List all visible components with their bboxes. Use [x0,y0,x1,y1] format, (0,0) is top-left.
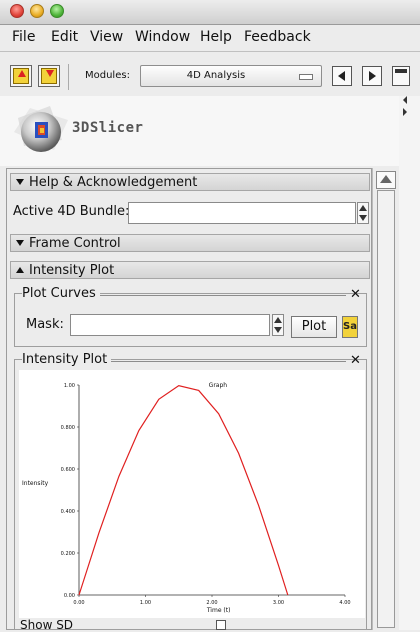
menu-file[interactable]: File [12,29,35,45]
toolbar: Modules: 4D Analysis [0,52,420,96]
menu-edit[interactable]: Edit [51,29,78,45]
group-divider [108,361,346,362]
y-tick-label: 0.200 [61,551,75,557]
frame-control-title: Frame Control [29,236,121,251]
active-bundle-label: Active 4D Bundle: [13,204,130,219]
help-section-title: Help & Acknowledgement [29,175,198,190]
frame-control-header[interactable]: Frame Control [10,234,370,252]
save-plot-button[interactable]: Sa [342,316,358,338]
intensity-plot-section-title: Intensity Plot [29,263,115,278]
zoom-window-button[interactable] [50,4,64,18]
help-section-header[interactable]: Help & Acknowledgement [10,173,370,191]
caret-down-icon [16,240,24,246]
window-title-bar [0,0,420,25]
x-axis-label: Time (t) [206,607,231,614]
toolbar-divider [68,64,69,90]
active-bundle-spinner[interactable] [357,202,369,224]
arrow-left-icon [338,71,345,81]
slicer-logo-icon [14,106,68,152]
y-tick-label: 0.400 [61,509,75,515]
x-tick-label: 0.00 [73,600,84,606]
active-bundle-field[interactable] [128,202,356,224]
intensity-plot-title: Intensity Plot [22,352,112,367]
load-scene-button[interactable] [10,65,32,87]
y-tick-label: 1.00 [64,383,75,389]
intensity-plot-header[interactable]: Intensity Plot [10,261,370,279]
modules-label: Modules: [85,70,130,81]
chart-legend: Graph [209,382,228,389]
y-axis-label: Intensity [22,480,49,487]
x-tick-label: 3.00 [273,600,284,606]
menu-help[interactable]: Help [200,29,232,45]
plot-button[interactable]: Plot [291,316,337,338]
menu-bar: File Edit View Window Help Feedback [0,25,420,52]
show-sd-checkbox[interactable] [216,620,226,630]
y-tick-label: 0.00 [64,593,75,599]
vertical-scrollbar[interactable] [372,168,399,630]
plot-canvas[interactable]: 0.00 1.00 2.00 3.00 4.00 0.00 0.200 0.400 0.600 0… [19,370,365,618]
arrow-right-icon [369,71,376,81]
plot-curves-title: Plot Curves [22,286,100,301]
scroll-up-button[interactable] [376,171,396,189]
x-tick-label: 1.00 [140,600,151,606]
slicer-logo-text: 3DSlicer [72,120,144,136]
close-intensity-plot-icon[interactable]: ✕ [350,353,361,368]
module-panel-button[interactable] [392,66,410,86]
dropdown-handle-icon [299,74,313,80]
collapse-arrow-icon[interactable] [403,96,407,104]
panel-icon [395,69,407,73]
mask-label: Mask: [26,317,64,332]
intensity-curve [78,384,289,596]
group-divider [96,295,346,296]
expand-arrow-icon[interactable] [403,108,407,116]
menu-view[interactable]: View [90,29,123,45]
menu-feedback[interactable]: Feedback [244,29,311,45]
mask-spinner[interactable] [272,314,284,336]
modules-select[interactable]: 4D Analysis [140,65,322,87]
intensity-chart: 0.00 1.00 2.00 3.00 4.00 0.00 0.200 0.400 0.600 0… [22,382,351,614]
close-window-button[interactable] [10,4,24,18]
save-scene-button[interactable] [38,65,60,87]
close-plot-curves-icon[interactable]: ✕ [350,287,361,302]
modules-selected-value: 4D Analysis [186,70,246,81]
menu-window[interactable]: Window [135,29,190,45]
folder-icon [13,68,29,84]
y-tick-label: 0.800 [61,425,75,431]
x-tick-label: 2.00 [206,600,217,606]
previous-module-button[interactable] [332,66,352,86]
next-module-button[interactable] [362,66,382,86]
right-pane-edge [399,96,420,630]
caret-up-icon [16,267,24,273]
mask-field[interactable] [70,314,270,336]
x-tick-label: 4.00 [339,600,350,606]
scroll-thumb[interactable] [377,190,395,628]
caret-down-icon [16,179,24,185]
save-icon [41,68,57,84]
minimize-window-button[interactable] [30,4,44,18]
y-tick-label: 0.600 [61,467,75,473]
